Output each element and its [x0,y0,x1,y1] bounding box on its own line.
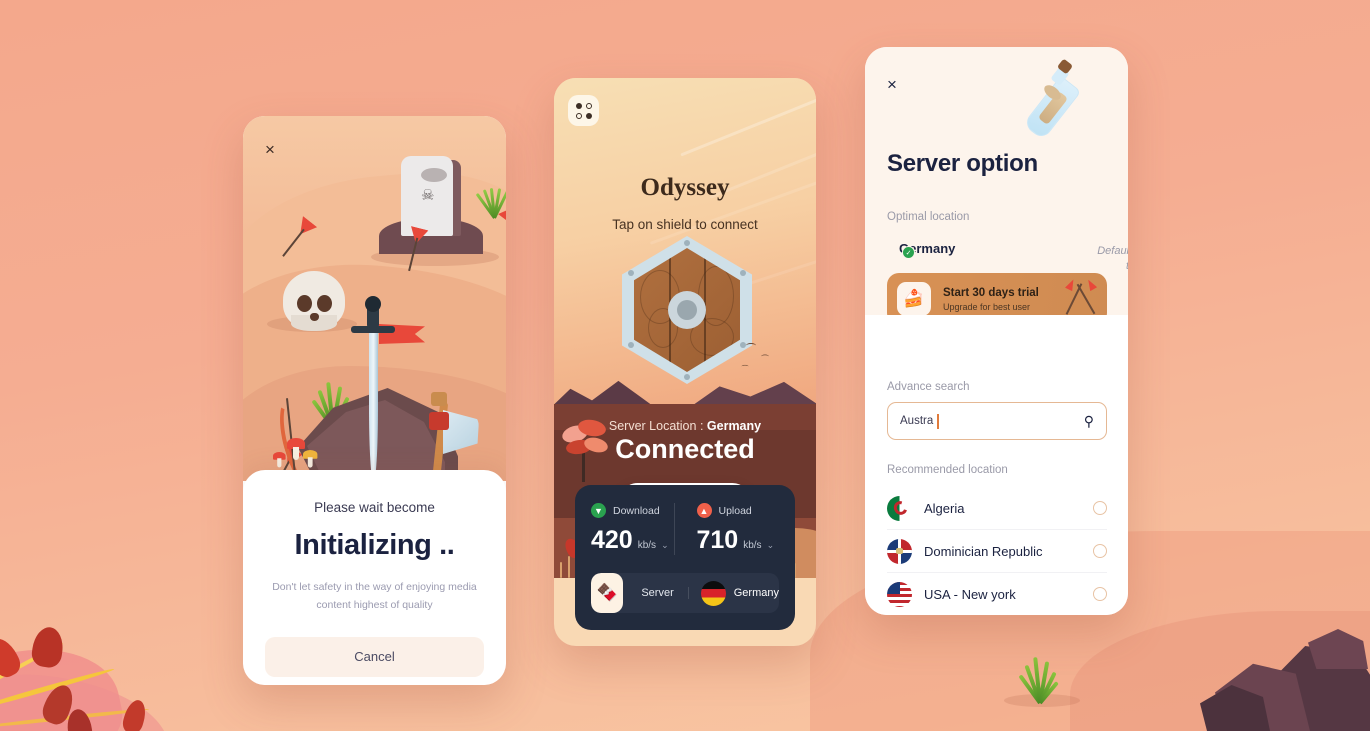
tap-hint-text: Tap on shield to connect [612,217,758,232]
server-location-value: Germany [706,419,762,433]
sand-dune-shape-2 [1070,611,1370,731]
leaves-decoration [0,611,220,731]
location-radio[interactable] [1093,587,1107,601]
upload-label: Upload [718,504,752,517]
app-title: Odyssey [640,174,730,201]
arrow-up-icon: ▲ [696,503,712,518]
download-stat: ▼ Download 420 kb/s ⌄ [591,503,674,555]
arrow-down-icon: ▼ [591,503,606,518]
search-icon[interactable]: ⚲ [1084,413,1094,430]
server-location-label: Server Location [608,419,697,433]
algeria-flag-icon [887,495,912,521]
connection-status: Connected [615,434,755,464]
skull-icon [283,271,345,331]
location-radio[interactable] [1093,544,1107,558]
upload-stat: ▲ Upload 710 kb/s ⌄ [673,503,780,555]
crossed-arrows-icon [1059,279,1099,319]
optimal-location-row[interactable]: ✓ Germany Default [887,233,1128,272]
grass-icon [465,178,506,219]
grid-dots-icon[interactable] [568,95,599,126]
download-unit: kb/s [637,540,657,551]
location-name: Algeria [924,500,965,516]
bird-icon [761,354,769,359]
server-location-line: Server Location : Germany [554,419,816,433]
grass-tuft-icon [1004,643,1080,707]
initializing-card: ☠ × Please wait become Initializing .. D… [243,116,506,685]
cake-icon: 🍰 [897,282,931,316]
upload-value: 710 [696,526,739,554]
default-badge: Default [1097,245,1128,272]
list-item[interactable]: USA - New york [887,573,1107,615]
speed-stats-panel: ▼ Download 420 kb/s ⌄ ▲ Upload 710 kb/s … [575,485,795,630]
chocolate-icon: 🍫 [591,573,624,613]
germany-flag-icon [700,580,726,606]
wait-subtitle: Please wait become [314,500,435,515]
location-radio[interactable] [1093,501,1107,515]
search-input[interactable]: Austra ⚲ [887,402,1107,440]
close-icon[interactable]: × [265,141,275,158]
upload-unit: kb/s [743,540,762,551]
bird-icon [741,364,749,369]
chevron-down-icon[interactable]: ⌄ [767,540,775,551]
advance-search-label: Advance search [887,381,970,393]
description-text: Don't let safety in the way of enjoying … [272,581,477,612]
initializing-panel: Please wait become Initializing .. Don't… [243,470,506,685]
shield-button[interactable] [622,236,752,384]
download-value: 420 [591,526,633,554]
server-location-separator: : [699,419,704,433]
vpn-status-card: Odyssey Tap on shield to connect Server … [554,78,816,646]
page-title: Initializing .. [294,529,455,561]
close-icon[interactable]: × [887,75,897,95]
bird-icon [746,343,756,348]
server-row-country: Germany [700,580,779,606]
check-icon: ✓ [902,246,915,259]
server-row-country-label: Germany [733,587,779,599]
usa-flag-icon [887,581,912,607]
list-item[interactable]: Dominician Republic [887,530,1107,573]
text-caret [937,413,939,429]
location-list: Algeria Dominician Republic USA - New yo… [887,487,1107,615]
location-name: USA - New york [924,586,1016,602]
cancel-button[interactable]: Cancel [265,636,484,677]
recommended-location-label: Recommended location [887,464,1008,476]
axe-icon [421,378,481,481]
trial-subtitle: Upgrade for best user [943,301,1031,312]
chevron-down-icon[interactable]: ⌄ [661,540,669,551]
download-label: Download [613,504,660,517]
server-row-label: Server [641,587,689,599]
message-in-bottle-icon [1022,58,1095,142]
page-title: Server option [887,150,1038,177]
server-selector-row[interactable]: 🍫 Server Germany [591,573,779,613]
list-item[interactable]: Algeria [887,487,1107,530]
dominican-republic-flag-icon [887,538,912,564]
desert-illustration: ☠ × [243,116,506,481]
tombstone-icon: ☠ [371,156,499,266]
server-option-card: × Server option Optimal location ✓ Germa… [865,47,1128,615]
rocks-decoration [1190,611,1370,731]
optimal-location-label: Optimal location [887,211,970,223]
search-value: Austra [900,415,934,427]
location-name: Dominician Republic [924,543,1043,559]
trial-title: Start 30 days trial [943,286,1039,299]
sword-icon [351,296,425,481]
